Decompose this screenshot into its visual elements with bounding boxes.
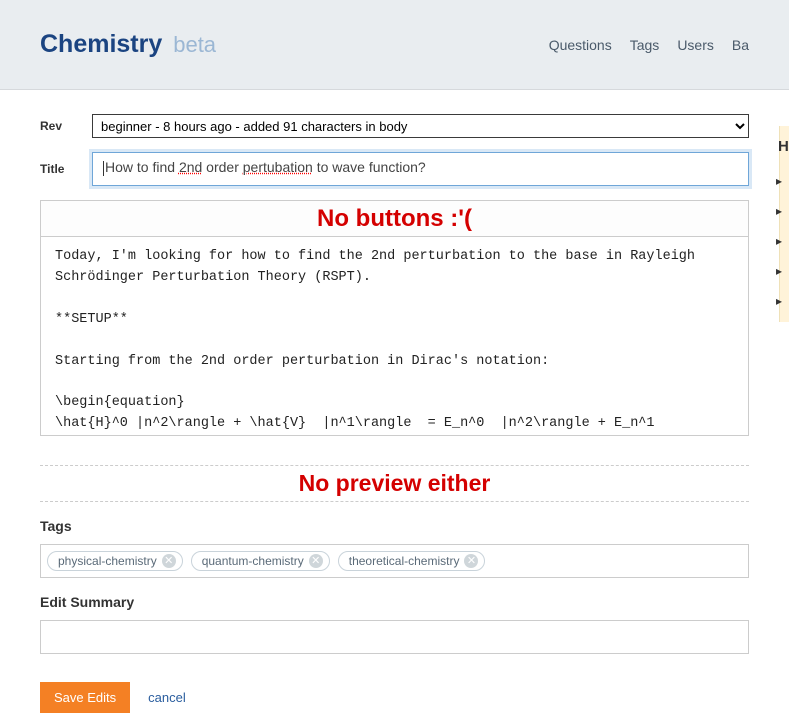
title-label: Title: [40, 162, 92, 176]
site-name: Chemistry: [40, 30, 162, 58]
edit-summary-label: Edit Summary: [40, 594, 749, 610]
rev-label: Rev: [40, 119, 92, 133]
title-text-part: order: [202, 159, 242, 175]
tag-label: physical-chemistry: [58, 554, 157, 568]
nav-tags[interactable]: Tags: [630, 37, 660, 53]
spellcheck-word: 2nd: [179, 159, 202, 175]
tag-label: theoretical-chemistry: [349, 554, 460, 568]
tag-remove-icon[interactable]: ✕: [464, 554, 478, 568]
editor-toolbar-missing: No buttons :'(: [40, 200, 749, 236]
text-caret: [103, 161, 104, 176]
top-bar: Chemistry beta Questions Tags Users Ba: [0, 0, 789, 90]
nav-users[interactable]: Users: [677, 37, 714, 53]
beta-badge: beta: [173, 32, 216, 57]
top-nav: Questions Tags Users Ba: [549, 37, 749, 53]
tag-remove-icon[interactable]: ✕: [309, 554, 323, 568]
nav-questions[interactable]: Questions: [549, 37, 612, 53]
title-row: Title How to find 2nd order pertubation …: [40, 152, 749, 186]
revision-select[interactable]: beginner - 8 hours ago - added 91 charac…: [92, 114, 749, 138]
rev-row: Rev beginner - 8 hours ago - added 91 ch…: [40, 114, 749, 138]
editor-area: No buttons :'(: [40, 200, 749, 439]
title-text-part: How to find: [105, 159, 179, 175]
tags-input[interactable]: physical-chemistry ✕ quantum-chemistry ✕…: [40, 544, 749, 578]
post-body-textarea[interactable]: [40, 236, 749, 436]
edit-form: Rev beginner - 8 hours ago - added 91 ch…: [0, 90, 789, 713]
tag-physical-chemistry[interactable]: physical-chemistry ✕: [47, 551, 183, 571]
annotation-no-buttons: No buttons :'(: [317, 205, 472, 233]
tag-label: quantum-chemistry: [202, 554, 304, 568]
title-input[interactable]: How to find 2nd order pertubation to wav…: [92, 152, 749, 186]
save-edits-button[interactable]: Save Edits: [40, 682, 130, 713]
site-logo[interactable]: Chemistry beta: [40, 30, 216, 59]
tags-label: Tags: [40, 518, 749, 534]
form-actions: Save Edits cancel: [40, 682, 749, 713]
cancel-link[interactable]: cancel: [148, 690, 186, 705]
title-text-part: to wave function?: [313, 159, 426, 175]
spellcheck-word: pertubation: [243, 159, 313, 175]
tag-quantum-chemistry[interactable]: quantum-chemistry ✕: [191, 551, 330, 571]
tag-remove-icon[interactable]: ✕: [162, 554, 176, 568]
annotation-no-preview: No preview either: [299, 470, 491, 496]
tag-theoretical-chemistry[interactable]: theoretical-chemistry ✕: [338, 551, 486, 571]
edit-summary-input[interactable]: [40, 620, 749, 654]
preview-area-missing: No preview either: [40, 465, 749, 502]
nav-badges[interactable]: Ba: [732, 37, 749, 53]
